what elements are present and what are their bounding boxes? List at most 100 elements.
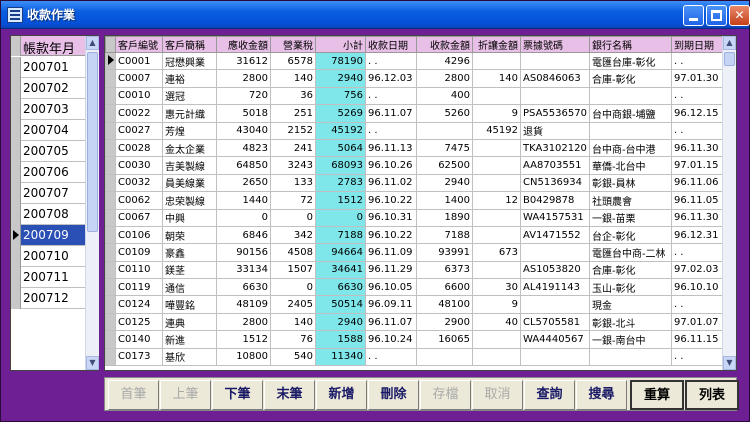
table-cell[interactable]	[472, 208, 521, 227]
table-row[interactable]: C0007 連裕 2800 140 2940 96.12.03 2800 140 AS08460…	[105, 69, 731, 88]
table-cell[interactable]: AL4191143	[520, 278, 590, 297]
table-cell[interactable]: 朝荣	[162, 225, 217, 245]
month-list-item[interactable]: 200704	[11, 120, 85, 141]
table-cell[interactable]	[588, 121, 672, 140]
table-cell[interactable]	[472, 86, 521, 106]
table-cell[interactable]: 連裕	[162, 69, 217, 88]
table-cell[interactable]	[472, 173, 521, 193]
scroll-down-icon[interactable]: ▼	[86, 356, 99, 370]
table-cell[interactable]: C0032	[115, 173, 163, 193]
table-cell[interactable]: 2900	[416, 312, 473, 332]
table-cell[interactable]: 1512	[216, 330, 271, 349]
column-header[interactable]: 客戶簡稱	[162, 36, 217, 53]
row-indicator[interactable]	[105, 208, 116, 227]
row-indicator[interactable]	[105, 225, 116, 245]
table-cell[interactable]: . .	[670, 295, 726, 314]
table-cell[interactable]: 1512	[315, 191, 366, 210]
table-cell[interactable]: 720	[216, 86, 271, 106]
month-list-item[interactable]: 200705	[11, 141, 85, 162]
table-cell[interactable]: 48109	[216, 295, 271, 314]
table-cell[interactable]: C0022	[115, 104, 163, 123]
column-header[interactable]: 客戶編號	[115, 36, 163, 53]
table-cell[interactable]: 94664	[315, 243, 366, 262]
table-cell[interactable]: 1400	[416, 191, 473, 210]
table-cell[interactable]: 6846	[216, 225, 271, 245]
month-list-item[interactable]: 200707	[11, 183, 85, 204]
title-bar[interactable]: 收款作業 ✕	[1, 1, 750, 29]
table-cell[interactable]: 台中商銀-埔鹽	[588, 104, 672, 123]
table-cell[interactable]: 11340	[315, 347, 366, 367]
table-cell[interactable]: 2940	[315, 312, 366, 332]
row-indicator[interactable]	[105, 260, 116, 280]
table-row[interactable]: C0067 中興 0 0 0 96.10.31 1890 WA4157531 一銀-苗栗 96.1…	[105, 208, 731, 227]
table-cell[interactable]: 1440	[216, 191, 271, 210]
table-cell[interactable]: 96.11.05	[670, 191, 726, 210]
table-cell[interactable]: 合庫-彰化	[588, 260, 672, 280]
table-cell[interactable]: 34641	[315, 260, 366, 280]
table-cell[interactable]: 社頭農會	[588, 191, 672, 210]
table-cell[interactable]: 72	[270, 191, 316, 210]
action-button[interactable]: 上筆	[160, 380, 211, 410]
table-cell[interactable]: 251	[270, 104, 316, 123]
table-cell[interactable]: 96.11.09	[365, 243, 417, 262]
table-cell[interactable]	[472, 138, 521, 158]
table-cell[interactable]: PSA5536570	[520, 104, 590, 123]
table-cell[interactable]: 40	[472, 312, 521, 332]
table-cell[interactable]: 3243	[270, 156, 316, 175]
table-cell[interactable]: 4823	[216, 138, 271, 158]
table-cell[interactable]: AS0846063	[520, 69, 590, 88]
table-row[interactable]: C0022 惠元計織 5018 251 5269 96.11.07 5260 9 PSA5536…	[105, 104, 731, 123]
row-indicator[interactable]	[105, 51, 116, 71]
table-cell[interactable]: 96.10.22	[365, 191, 417, 210]
table-cell[interactable]: 2152	[270, 121, 316, 140]
table-cell[interactable]: 45192	[315, 121, 366, 140]
table-cell[interactable]	[472, 347, 521, 367]
table-cell[interactable]: C0109	[115, 243, 163, 262]
table-cell[interactable]: 中興	[162, 208, 217, 227]
table-cell[interactable]: 2783	[315, 173, 366, 193]
table-cell[interactable]: 冠懋興業	[162, 51, 217, 71]
scroll-down-icon[interactable]: ▼	[723, 356, 736, 370]
table-cell[interactable]: 忠荣製線	[162, 191, 217, 210]
table-cell[interactable]	[472, 156, 521, 175]
column-header[interactable]: 應收金額	[216, 36, 271, 53]
table-cell[interactable]: 6600	[416, 278, 473, 297]
month-list-item[interactable]: 200701	[11, 57, 85, 78]
row-indicator[interactable]	[105, 191, 116, 210]
table-cell[interactable]: 0	[216, 208, 271, 227]
table-cell[interactable]: 400	[416, 86, 473, 106]
close-button[interactable]: ✕	[729, 5, 750, 26]
column-header[interactable]: 到期日期	[670, 36, 726, 53]
table-cell[interactable]	[520, 295, 590, 314]
table-cell[interactable]: 140	[472, 69, 521, 88]
table-cell[interactable]: 96.12.03	[365, 69, 417, 88]
table-cell[interactable]: WA4157531	[520, 208, 590, 227]
scroll-thumb[interactable]	[724, 52, 735, 66]
table-cell[interactable]: C0027	[115, 121, 163, 140]
table-cell[interactable]: 新進	[162, 330, 217, 349]
row-indicator[interactable]	[105, 243, 116, 262]
table-cell[interactable]: 台中商-台中港	[588, 138, 672, 158]
table-cell[interactable]: 96.10.05	[365, 278, 417, 297]
table-cell[interactable]: 96.11.07	[365, 104, 417, 123]
table-cell[interactable]	[472, 260, 521, 280]
table-cell[interactable]: AA8703551	[520, 156, 590, 175]
table-cell[interactable]: . .	[365, 86, 417, 106]
table-cell[interactable]: . .	[365, 51, 417, 71]
table-cell[interactable]: 一銀-苗栗	[588, 208, 672, 227]
maximize-button[interactable]	[706, 5, 727, 26]
table-cell[interactable]: 96.11.29	[365, 260, 417, 280]
table-cell[interactable]: 7475	[416, 138, 473, 158]
row-indicator[interactable]	[105, 156, 116, 175]
row-indicator[interactable]	[105, 138, 116, 158]
table-cell[interactable]: C0119	[115, 278, 163, 297]
table-cell[interactable]: 10800	[216, 347, 271, 367]
table-cell[interactable]: 16065	[416, 330, 473, 349]
table-cell[interactable]: 退貨	[520, 121, 590, 140]
month-list-item[interactable]: 200710	[11, 246, 85, 267]
table-cell[interactable]: 2940	[315, 69, 366, 88]
table-cell[interactable]: 96.11.07	[365, 312, 417, 332]
scroll-up-icon[interactable]: ▲	[86, 36, 99, 50]
table-cell[interactable]: 彰銀-北斗	[588, 312, 672, 332]
table-cell[interactable]: 140	[270, 312, 316, 332]
